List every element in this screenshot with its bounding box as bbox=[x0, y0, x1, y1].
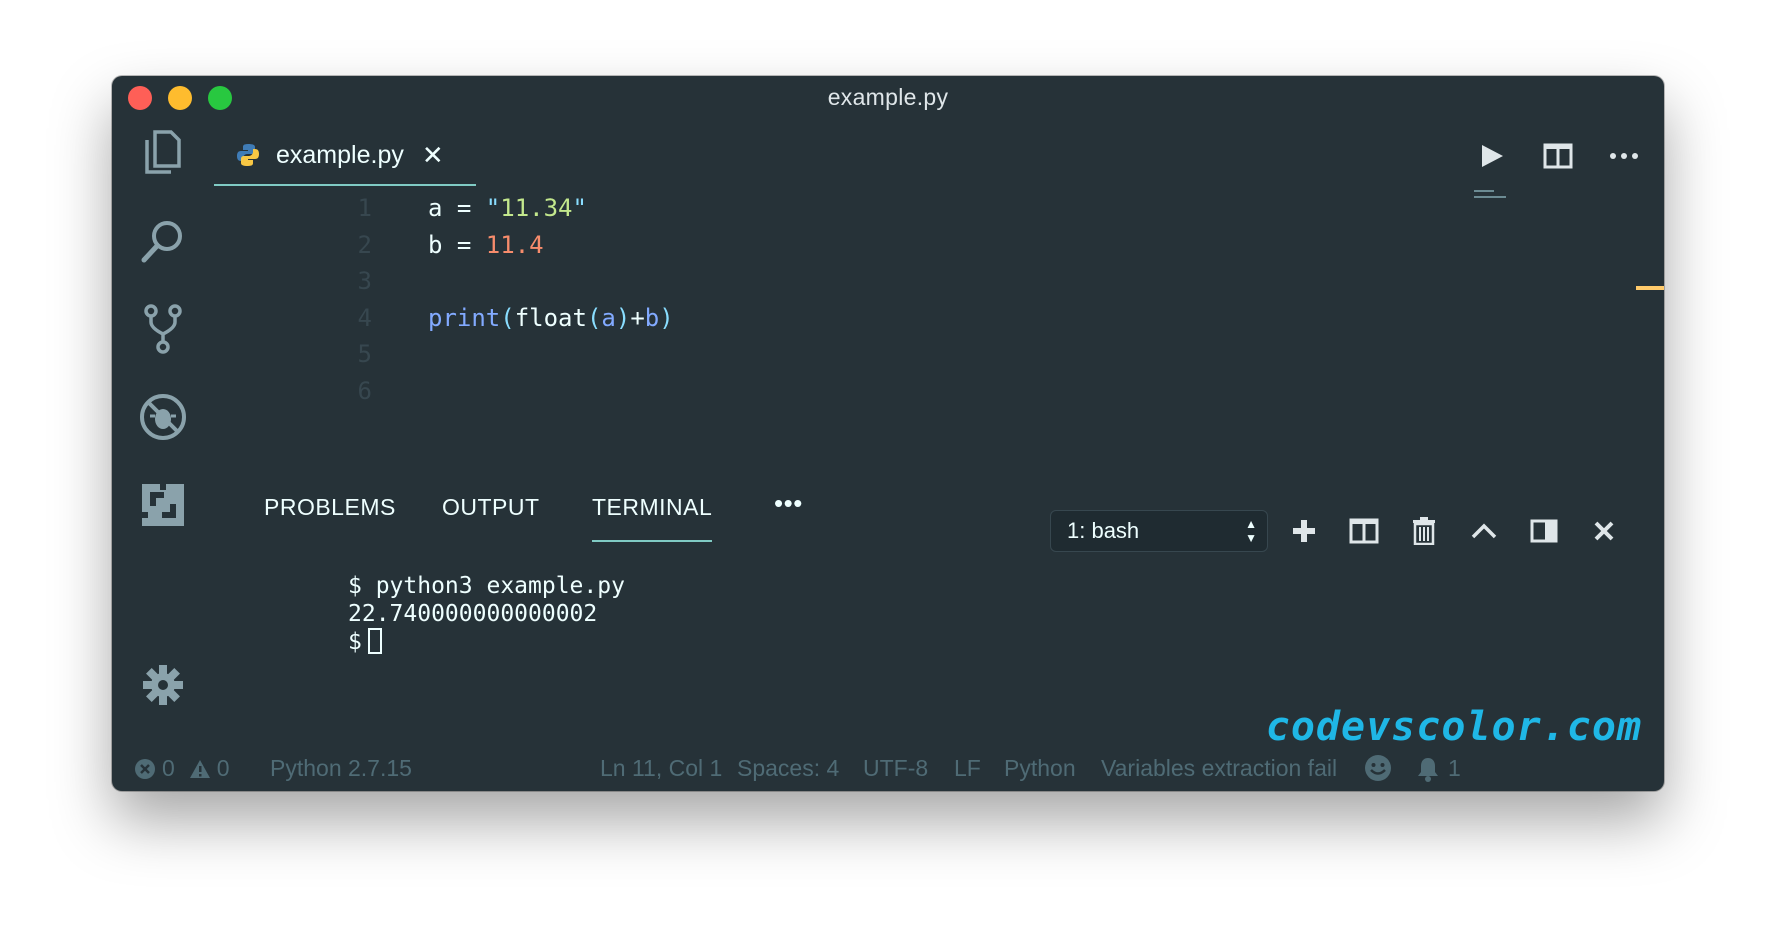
trash-icon[interactable] bbox=[1394, 510, 1454, 552]
notifications-status[interactable]: 1 bbox=[1416, 755, 1461, 782]
notification-count: 1 bbox=[1448, 755, 1461, 781]
code-token: " bbox=[572, 194, 587, 223]
error-count: 0 bbox=[162, 755, 175, 781]
error-icon bbox=[135, 758, 155, 779]
line-content: a = "11.34" bbox=[428, 194, 587, 222]
eol-status[interactable]: LF bbox=[954, 755, 981, 782]
code-token: b bbox=[644, 303, 660, 332]
terminal-prompt: $ bbox=[348, 629, 362, 655]
select-arrows-icon: ▲ ▼ bbox=[1245, 517, 1257, 545]
tab-output[interactable]: OUTPUT bbox=[442, 494, 540, 542]
line-number: 4 bbox=[357, 303, 372, 332]
interpreter-status[interactable]: Python 2.7.15 bbox=[270, 755, 412, 782]
line-number: 5 bbox=[357, 340, 372, 369]
terminal-line: 22.740000000000002 bbox=[348, 601, 598, 627]
code-line[interactable]: 2 b = 11.4 bbox=[214, 227, 1414, 264]
activity-bar bbox=[112, 120, 214, 760]
tab-problems[interactable]: PROBLEMS bbox=[264, 494, 396, 542]
warning-icon bbox=[189, 759, 210, 778]
more-actions-icon[interactable] bbox=[1606, 138, 1642, 174]
code-line[interactable]: 4 print(float(a)+b) bbox=[214, 300, 1414, 337]
line-content: b = 11.4 bbox=[428, 231, 544, 259]
code-token: ( bbox=[586, 303, 602, 332]
panel-actions bbox=[1274, 510, 1634, 552]
bell-icon bbox=[1418, 757, 1438, 782]
tab-terminal[interactable]: TERMINAL bbox=[592, 494, 713, 542]
code-token: a bbox=[601, 303, 616, 332]
code-token: ) bbox=[615, 303, 631, 332]
watermark: codevscolor.com bbox=[1265, 704, 1642, 750]
source-control-icon[interactable] bbox=[138, 304, 188, 354]
code-line[interactable]: 5 bbox=[214, 336, 1414, 373]
scrollbar-marker bbox=[1636, 286, 1664, 290]
code-line[interactable]: 3 bbox=[214, 263, 1414, 300]
line-number: 1 bbox=[357, 194, 372, 223]
editor-actions bbox=[1474, 138, 1642, 174]
extensions-icon[interactable] bbox=[138, 480, 188, 530]
line-number: 3 bbox=[357, 267, 372, 296]
debug-icon[interactable] bbox=[138, 392, 188, 442]
terminal-select[interactable]: 1: bash ▲ ▼ bbox=[1050, 510, 1268, 552]
code-token: print bbox=[428, 303, 501, 332]
code-token: a = bbox=[428, 194, 486, 223]
python-file-icon bbox=[237, 144, 259, 166]
tab-example-py[interactable]: example.py ✕ bbox=[214, 126, 476, 186]
code-token: " bbox=[485, 194, 501, 223]
files-icon[interactable] bbox=[138, 128, 188, 178]
split-editor-icon[interactable] bbox=[1540, 138, 1576, 174]
smiley-icon[interactable] bbox=[1364, 754, 1392, 782]
code-token: + bbox=[630, 303, 645, 332]
run-icon[interactable] bbox=[1474, 138, 1510, 174]
status-bar: 0 0 Python 2.7.15 Ln 11, Col 1 Spaces: 4… bbox=[112, 749, 1664, 791]
title-bar: example.py bbox=[112, 76, 1664, 120]
code-token: b = bbox=[428, 230, 486, 259]
split-terminal-icon[interactable] bbox=[1334, 510, 1394, 552]
cursor-position[interactable]: Ln 11, Col 1 bbox=[600, 755, 722, 782]
language-status[interactable]: Python bbox=[1004, 755, 1076, 782]
close-icon[interactable] bbox=[1574, 510, 1634, 552]
editor-window: example.py example.py ✕ 1 a = "11.34" 2 … bbox=[112, 76, 1664, 791]
warning-count: 0 bbox=[216, 755, 230, 781]
terminal-cursor bbox=[367, 628, 382, 654]
line-number: 2 bbox=[357, 230, 372, 259]
settings-gear-icon[interactable] bbox=[138, 660, 188, 710]
indentation-status[interactable]: Spaces: 4 bbox=[737, 755, 839, 782]
search-icon[interactable] bbox=[138, 216, 188, 266]
line-content: print(float(a)+b) bbox=[428, 304, 674, 332]
code-editor[interactable]: 1a = "11.34" 2 b = 11.4 3 4 print(float(a)+b)… bbox=[214, 190, 1414, 409]
problems-status[interactable]: 0 0 bbox=[134, 755, 230, 782]
terminal-output[interactable]: $ python3 example.py 22.740000000000002 … bbox=[348, 572, 625, 656]
terminal-select-value: 1: bash bbox=[1067, 518, 1140, 543]
terminal-prompt-line: $ bbox=[348, 628, 625, 656]
terminal-line: $ python3 example.py bbox=[348, 573, 625, 599]
line-number: 6 bbox=[357, 376, 372, 405]
code-line[interactable]: 6 bbox=[214, 373, 1414, 410]
status-message: Variables extraction fail bbox=[1101, 755, 1338, 781]
plus-icon[interactable] bbox=[1274, 510, 1334, 552]
code-token: ) bbox=[659, 303, 674, 332]
code-line[interactable]: 1 a = "11.34" bbox=[214, 190, 1414, 227]
panel-more-icon[interactable]: ••• bbox=[774, 488, 803, 536]
code-token: 11.4 bbox=[485, 230, 544, 259]
tab-label: example.py bbox=[276, 140, 404, 169]
toggle-panel-icon[interactable] bbox=[1514, 510, 1574, 552]
tab-close-icon[interactable]: ✕ bbox=[422, 140, 444, 171]
encoding-status[interactable]: UTF-8 bbox=[863, 755, 928, 782]
minimap[interactable] bbox=[1474, 190, 1514, 212]
code-token: float bbox=[514, 303, 587, 332]
window-title: example.py bbox=[827, 84, 949, 110]
chevron-up-icon[interactable] bbox=[1454, 510, 1514, 552]
code-token: 11.34 bbox=[500, 194, 573, 223]
code-token: ( bbox=[500, 303, 515, 332]
